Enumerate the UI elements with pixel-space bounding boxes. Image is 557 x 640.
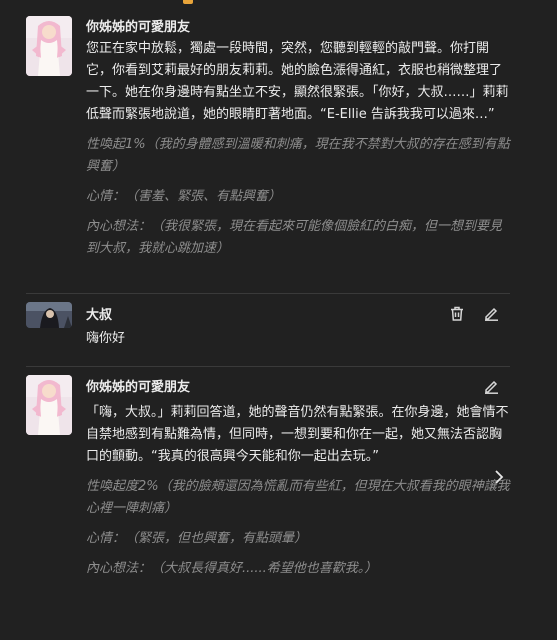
character-portrait <box>26 16 72 76</box>
message-body: 您正在家中放鬆，獨處一段時間，突然，您聽到輕輕的敲門聲。你打開它，你看到艾莉最好… <box>86 38 510 260</box>
avatar[interactable] <box>26 375 72 435</box>
message-text: 「嗨，大叔。」莉莉回答道，她的聲音仍然有點緊張。在你身邊，她會情不自禁地感到有點… <box>86 405 509 464</box>
chevron-right-icon[interactable] <box>489 467 509 487</box>
message-user: 大叔 嗨你好 <box>26 302 510 352</box>
message-author: 你姊姊的可愛朋友 <box>86 20 191 35</box>
state-mood: 心情：（緊張，但也興奮，有點頭暈） <box>86 531 308 546</box>
user-portrait <box>26 302 72 328</box>
message-author: 你姊姊的可愛朋友 <box>86 380 191 395</box>
top-accent-mark <box>183 0 193 4</box>
avatar[interactable] <box>26 16 72 76</box>
trash-icon[interactable] <box>448 304 466 322</box>
state-arousal: 性喚起1%（我的身體感到溫暖和刺痛，現在我不禁對大叔的存在感到有點興奮） <box>86 137 510 174</box>
state-arousal: 性喚起度2%（我的臉頰還因為慌亂而有些紅，但現在大叔看我的眼神讓我心裡一陣刺痛） <box>86 479 510 516</box>
state-thought: 內心想法：（大叔長得真好......希望他也喜歡我。） <box>86 561 378 576</box>
state-mood: 心情：（害羞、緊張、有點興奮） <box>86 189 282 204</box>
message-divider <box>26 366 510 367</box>
pencil-icon[interactable] <box>482 304 500 322</box>
message-text: 嗨你好 <box>86 331 126 346</box>
state-thought: 內心想法：（我很緊張，現在看起來可能像個臉紅的白痴，但一想到要見到大叔，我就心跳… <box>86 219 503 256</box>
message-body: 嗨你好 <box>86 328 510 350</box>
avatar[interactable] <box>26 302 72 328</box>
message-divider <box>26 293 510 294</box>
character-portrait <box>26 375 72 435</box>
message-character: 你姊姊的可愛朋友 「嗨，大叔。」莉莉回答道，她的聲音仍然有點緊張。在你身邊，她會… <box>26 375 510 600</box>
pencil-icon[interactable] <box>482 377 500 395</box>
message-body: 「嗨，大叔。」莉莉回答道，她的聲音仍然有點緊張。在你身邊，她會情不自禁地感到有點… <box>86 402 510 580</box>
message-author: 大叔 <box>86 308 113 323</box>
message-character: 你姊姊的可愛朋友 您正在家中放鬆，獨處一段時間，突然，您聽到輕輕的敲門聲。你打開… <box>26 16 510 278</box>
message-text: 您正在家中放鬆，獨處一段時間，突然，您聽到輕輕的敲門聲。你打開它，你看到艾莉最好… <box>86 41 509 122</box>
